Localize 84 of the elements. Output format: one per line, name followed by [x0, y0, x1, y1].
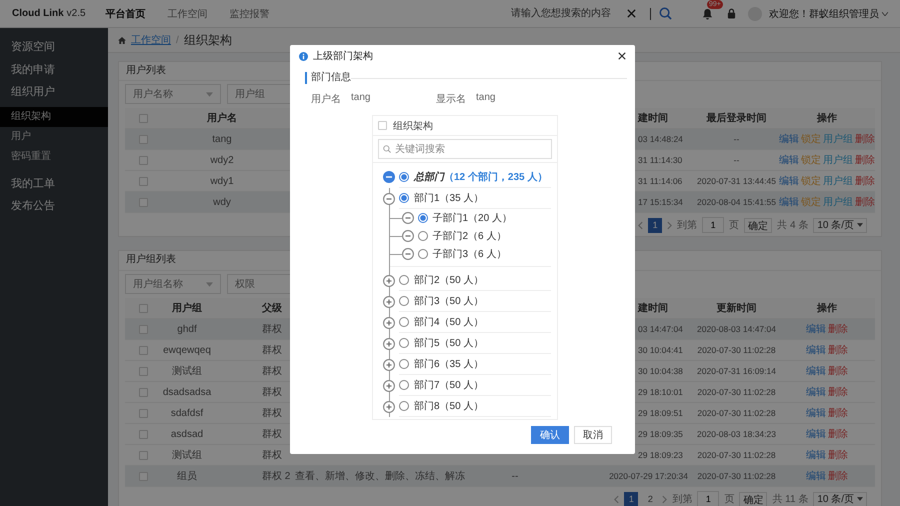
- tree-node-label: 总部门: [414, 170, 444, 184]
- node-count: （12 个部门，235 人）: [444, 170, 548, 184]
- table-cell-text: --: [732, 155, 740, 165]
- table-cell: 29 18:09:23: [638, 450, 683, 460]
- table-cell-text: 2020-07-31 16:09:14: [696, 366, 777, 376]
- table-cell-text: 2020-07-30 11:02:28: [696, 450, 777, 460]
- table-cell: ewqewqeq: [162, 344, 212, 356]
- table-cell: 31 11:14:30: [638, 154, 682, 164]
- goto-label: 到第: [677, 219, 698, 232]
- table-cell-text: 群权: [261, 322, 283, 336]
- table-cell: 30 10:04:38: [638, 366, 683, 376]
- table-cell-text: asdsad: [170, 428, 204, 440]
- table-cell-text: tang: [211, 134, 233, 144]
- column-header: 用户名: [206, 111, 238, 125]
- table-cell-text: 2020-07-30 11:02:28: [696, 471, 777, 481]
- page-unit-label: 页: [724, 493, 734, 506]
- table-cell-text: 群权: [261, 406, 283, 420]
- tree-node-label: 部门3（50 人）: [414, 294, 484, 308]
- page-title: 组织架构: [184, 32, 232, 48]
- total-count: 共 11 条: [772, 492, 808, 506]
- table-cell-text: 2020-07-30 11:02:28: [696, 408, 777, 418]
- table-cell: 31 11:14:06: [638, 176, 682, 186]
- field-label: 用户名: [311, 92, 341, 106]
- tree-node-label: 子部门2（6 人）: [432, 230, 506, 243]
- column-header: 建时间: [638, 113, 668, 124]
- table-cell-text: --: [510, 470, 520, 482]
- page-unit-label: 页: [729, 219, 740, 232]
- field-value: tang: [476, 92, 496, 105]
- column-header: 最后登录时间: [706, 112, 768, 125]
- table-cell: 29 18:10:01: [638, 386, 683, 396]
- table-cell-text: 2020-08-03 14:47:04: [696, 324, 777, 334]
- column-header: 操作: [816, 302, 838, 315]
- column-header: 更新时间: [716, 301, 758, 315]
- goto-label: 到第: [672, 493, 692, 506]
- field-label: 显示名: [436, 93, 466, 106]
- table-cell-text: 群权: [261, 386, 283, 399]
- table-cell-text: wdy: [212, 196, 232, 208]
- section-title: 部门信息: [305, 72, 351, 84]
- table-cell-text: --: [732, 134, 740, 144]
- table-cell: 29 18:09:35: [638, 428, 683, 438]
- dialog-title: 上级部门架构: [313, 50, 373, 63]
- table-cell-text: 群权: [261, 344, 283, 357]
- table-cell-text: 2020-07-30 11:02:28: [696, 345, 777, 355]
- table-cell: dsadsadsa: [162, 386, 212, 398]
- table-cell-text: 群权: [261, 364, 283, 378]
- table-cell-text: 查看、新增、修改、删除、冻结、解冻: [294, 470, 466, 483]
- table-cell-text: 测试组: [171, 448, 203, 462]
- table-cell-text: 2020-07-31 13:44:45: [696, 176, 777, 186]
- tree-node-label: 部门1（35 人）: [414, 192, 484, 205]
- breadcrumb-separator: /: [176, 34, 179, 46]
- table-cell-text: sdafdsf: [170, 408, 204, 418]
- table-cell-text: 群权: [261, 428, 283, 441]
- table-cell-text: 群权: [261, 448, 283, 462]
- table-cell: 30 10:04:41: [638, 344, 683, 354]
- table-cell: 17 15:15:34: [638, 196, 683, 206]
- table-cell: 29 18:09:51: [638, 408, 683, 418]
- table-cell-text: 2020-08-03 18:34:23: [696, 429, 777, 439]
- table-cell-text: wdy1: [209, 176, 235, 186]
- column-header: 建时间: [638, 303, 668, 314]
- tree-node-label: 部门2（50 人）: [414, 274, 484, 287]
- total-count: 共 4 条: [777, 218, 808, 232]
- column-header: 操作: [816, 112, 838, 125]
- tree-node-label: 部门8（50 人）: [414, 400, 484, 413]
- table-cell: 03 14:48:24: [638, 134, 683, 144]
- tree-node-label: 部门7（50 人）: [414, 378, 484, 392]
- table-cell-text: 2020-08-04 15:41:55: [696, 197, 777, 207]
- checkbox-label: 组织架构: [393, 120, 433, 132]
- version-label: v2.5: [66, 8, 86, 19]
- table-cell-text: 2020-07-29 17:20:34: [608, 471, 689, 481]
- tree-node-label: 子部门1（20 人）: [432, 212, 512, 225]
- field-value: tang: [351, 92, 370, 105]
- tree-node-label: 部门4（50 人）: [414, 316, 484, 329]
- table-cell-text: 测试组: [171, 364, 203, 378]
- column-header: 父级: [260, 302, 283, 315]
- table-cell-text: wdy2: [209, 154, 235, 166]
- table-cell-text: ghdf: [176, 324, 198, 334]
- column-header: 用户组: [171, 301, 203, 315]
- tree-node-label: 部门5（50 人）: [414, 336, 484, 350]
- table-cell: 03 14:47:04: [638, 324, 683, 334]
- table-cell-text: 群权 2: [261, 470, 290, 483]
- app-logo: Cloud Link: [12, 8, 64, 19]
- table-cell-text: 2020-07-30 11:02:28: [696, 387, 777, 397]
- table-cell-text: 组员: [176, 470, 198, 483]
- tree-node-label: 部门6（35 人）: [414, 358, 484, 371]
